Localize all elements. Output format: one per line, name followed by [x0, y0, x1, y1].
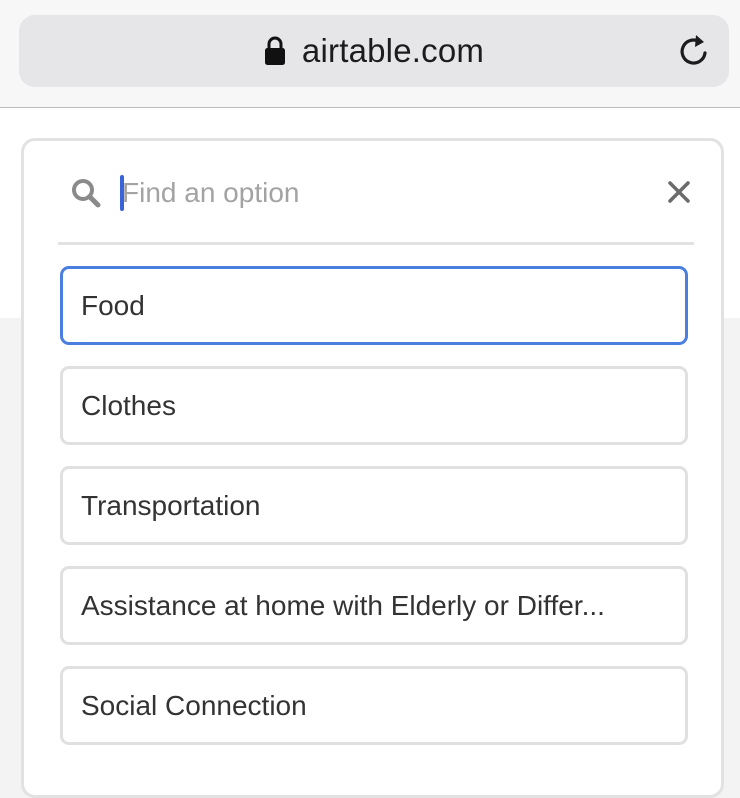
option-item[interactable]: Assistance at home with Elderly or Diffe…: [60, 566, 688, 645]
option-label: Assistance at home with Elderly or Diffe…: [81, 589, 605, 621]
option-item[interactable]: Food: [60, 266, 688, 345]
option-item[interactable]: Social Connection: [60, 666, 688, 745]
lock-icon: [264, 36, 285, 65]
search-row: [58, 141, 694, 245]
search-icon: [72, 179, 101, 208]
close-icon[interactable]: [664, 177, 694, 207]
option-item[interactable]: Clothes: [60, 366, 688, 445]
option-dropdown: Food Clothes Transportation Assistance a…: [21, 138, 724, 798]
address-bar-content: airtable.com: [19, 15, 729, 87]
option-list: Food Clothes Transportation Assistance a…: [60, 266, 688, 766]
browser-toolbar: airtable.com: [0, 0, 740, 108]
option-item[interactable]: Transportation: [60, 466, 688, 545]
option-label: Clothes: [81, 389, 176, 421]
text-cursor: [120, 175, 124, 211]
option-label: Transportation: [81, 489, 261, 521]
option-label: Food: [81, 289, 145, 321]
address-bar[interactable]: airtable.com: [19, 15, 729, 87]
reload-icon[interactable]: [675, 32, 713, 70]
option-label: Social Connection: [81, 689, 307, 721]
search-input[interactable]: [122, 169, 642, 217]
url-text: airtable.com: [301, 32, 485, 69]
